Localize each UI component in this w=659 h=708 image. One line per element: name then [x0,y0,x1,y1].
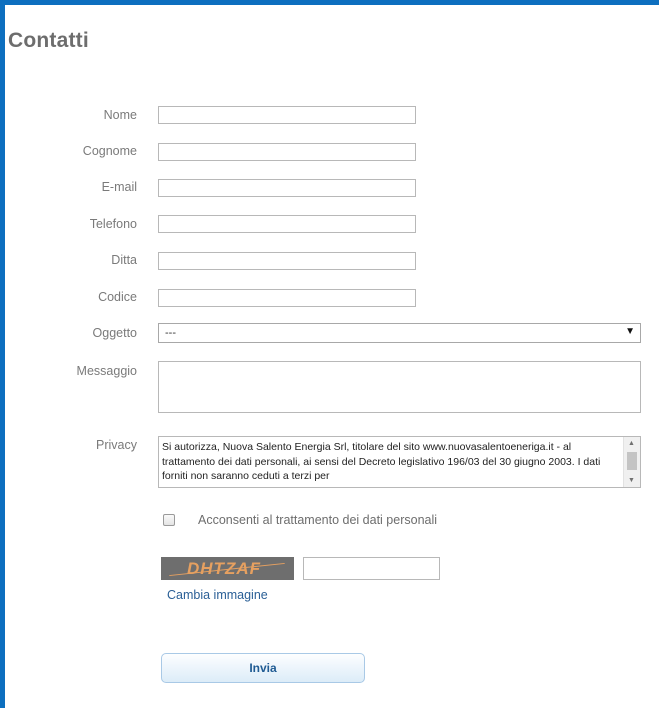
captcha-text: DHTZAF [187,559,261,578]
email-field[interactable] [158,179,416,197]
page-title: Contatti [8,29,89,52]
codice-field[interactable] [158,289,416,307]
email-label: E-mail [101,180,137,194]
scroll-down-icon[interactable]: ▼ [628,477,635,484]
submit-button[interactable]: Invia [161,653,365,683]
captcha-image: DHTZAF [161,557,294,580]
consent-checkbox[interactable] [163,514,175,526]
telefono-label: Telefono [89,217,137,231]
cognome-field[interactable] [158,143,416,161]
captcha-input[interactable] [303,557,440,580]
messaggio-label: Messaggio [76,364,137,378]
scroll-thumb[interactable] [627,452,637,470]
oggetto-selected-value: --- [165,327,176,339]
scroll-up-icon[interactable]: ▲ [628,440,635,447]
nome-field[interactable] [158,106,416,124]
privacy-textarea[interactable]: Si autorizza, Nuova Salento Energia Srl,… [158,436,641,488]
messaggio-textarea[interactable] [158,361,641,413]
nome-label: Nome [103,108,137,122]
privacy-text: Si autorizza, Nuova Salento Energia Srl,… [162,441,601,482]
oggetto-label: Oggetto [92,326,137,340]
oggetto-select[interactable]: --- ▼ [158,323,641,343]
privacy-scrollbar[interactable]: ▲ ▼ [623,437,640,487]
consent-label: Acconsenti al trattamento dei dati perso… [198,513,438,527]
ditta-field[interactable] [158,252,416,270]
codice-label: Codice [98,290,137,304]
dropdown-arrow-icon: ▼ [625,326,635,337]
change-image-link[interactable]: Cambia immagine [167,588,268,602]
ditta-label: Ditta [111,253,137,267]
cognome-label: Cognome [82,144,137,158]
privacy-label: Privacy [96,438,137,452]
telefono-field[interactable] [158,215,416,233]
